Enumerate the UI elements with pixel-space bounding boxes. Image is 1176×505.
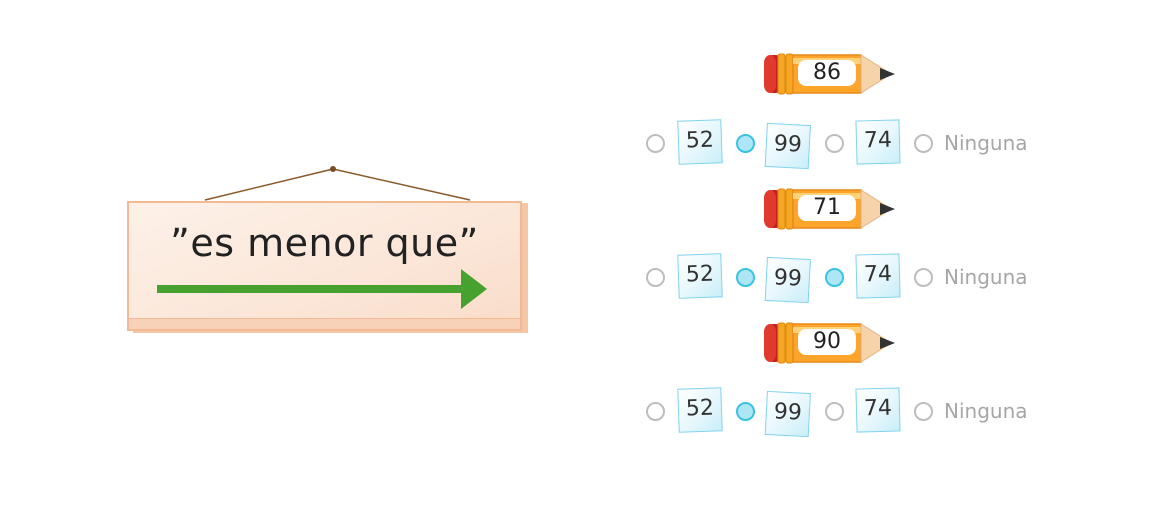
option-card-74[interactable]: 74 xyxy=(855,387,901,433)
pencil-number-2: 71 xyxy=(762,187,898,231)
option-card-52[interactable]: 52 xyxy=(677,119,723,165)
option-card-74[interactable]: 74 xyxy=(855,253,901,299)
radio-option-99[interactable] xyxy=(736,268,755,287)
pencil-number-1: 86 xyxy=(762,52,898,96)
radio-option-52[interactable] xyxy=(646,134,665,153)
pencil-number-3: 90 xyxy=(762,321,898,365)
radio-option-52[interactable] xyxy=(646,268,665,287)
sign-label: ”es menor que” xyxy=(170,221,479,265)
option-card-74[interactable]: 74 xyxy=(855,119,901,165)
right-arrow-icon xyxy=(157,269,487,309)
option-card-52[interactable]: 52 xyxy=(677,253,723,299)
pencil-value: 90 xyxy=(798,329,856,355)
option-card-99[interactable]: 99 xyxy=(764,390,811,438)
options-row-3: 52 99 74 Ninguna xyxy=(644,387,1044,438)
options-row-2: 52 99 74 Ninguna xyxy=(644,253,1044,304)
radio-option-none[interactable] xyxy=(914,268,933,287)
radio-option-74[interactable] xyxy=(825,402,844,421)
pencil-value: 86 xyxy=(798,60,856,86)
option-card-52[interactable]: 52 xyxy=(677,387,723,433)
relation-sign: ”es menor que” xyxy=(120,160,540,345)
radio-option-99[interactable] xyxy=(736,402,755,421)
none-option-label[interactable]: Ninguna xyxy=(944,131,1028,155)
radio-option-none[interactable] xyxy=(914,402,933,421)
nail-icon xyxy=(330,166,336,172)
radio-option-52[interactable] xyxy=(646,402,665,421)
radio-option-99[interactable] xyxy=(736,134,755,153)
sign-board: ”es menor que” xyxy=(127,201,522,331)
none-option-label[interactable]: Ninguna xyxy=(944,399,1028,423)
radio-option-none[interactable] xyxy=(914,134,933,153)
options-row-1: 52 99 74 Ninguna xyxy=(644,119,1044,170)
pencil-value: 71 xyxy=(798,195,856,221)
radio-option-74[interactable] xyxy=(825,134,844,153)
radio-option-74[interactable] xyxy=(825,268,844,287)
option-card-99[interactable]: 99 xyxy=(764,122,811,170)
none-option-label[interactable]: Ninguna xyxy=(944,265,1028,289)
option-card-99[interactable]: 99 xyxy=(764,256,811,304)
